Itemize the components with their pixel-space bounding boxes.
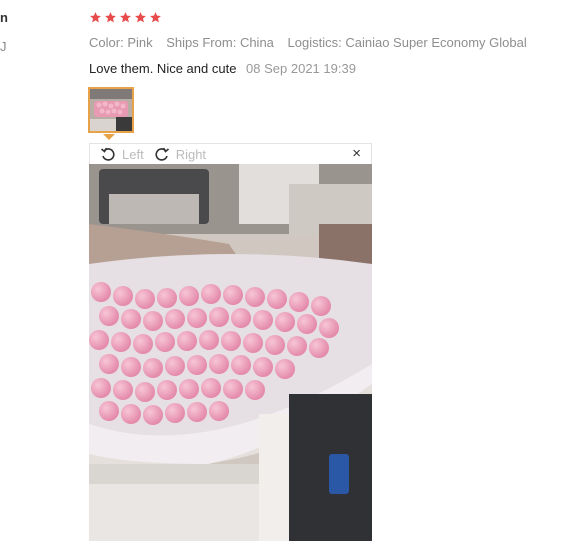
star-icon	[135, 12, 146, 23]
star-icon	[150, 12, 161, 23]
star-icon	[120, 12, 131, 23]
thumbnail-pointer	[103, 134, 115, 140]
reviewer-country-fragment: J	[0, 39, 7, 54]
review-text: Love them. Nice and cute	[89, 61, 237, 76]
review-photo-large	[89, 164, 372, 541]
review-date: 08 Sep 2021 19:39	[246, 61, 356, 76]
attribute-logistics: Logistics: Cainiao Super Economy Global	[288, 35, 527, 50]
rotate-left-label: Left	[122, 146, 144, 162]
review-photo-thumbnail[interactable]	[88, 87, 134, 133]
review-attributes: Color: Pink Ships From: China Logistics:…	[89, 35, 537, 50]
rotate-left-icon	[100, 147, 115, 161]
thumbnail-image	[90, 89, 132, 131]
rotate-right-icon	[155, 147, 169, 161]
rotate-right-label: Right	[175, 146, 207, 162]
review-content: Love them. Nice and cute 08 Sep 2021 19:…	[89, 61, 356, 76]
attribute-key: Color:	[89, 35, 124, 50]
attribute-value: China	[239, 35, 274, 50]
attribute-key: Logistics:	[287, 35, 342, 50]
close-icon[interactable]: ×	[352, 146, 361, 162]
rotate-left-button[interactable]: Left	[100, 146, 144, 162]
attribute-key: Ships From:	[166, 35, 237, 50]
star-rating	[89, 11, 162, 24]
reviewer-name-fragment: n	[0, 10, 8, 25]
attribute-value: Cainiao Super Economy Global	[345, 35, 527, 50]
attribute-ships-from: Ships From: China	[166, 35, 277, 50]
attribute-value: Pink	[127, 35, 153, 50]
viewer-toolbar: Left Right ×	[89, 143, 372, 164]
photo-viewer: Left Right ×	[89, 143, 372, 541]
rotate-right-button[interactable]: Right	[154, 146, 206, 162]
attribute-color: Color: Pink	[89, 35, 156, 50]
star-icon	[105, 12, 116, 23]
star-icon	[90, 12, 101, 23]
